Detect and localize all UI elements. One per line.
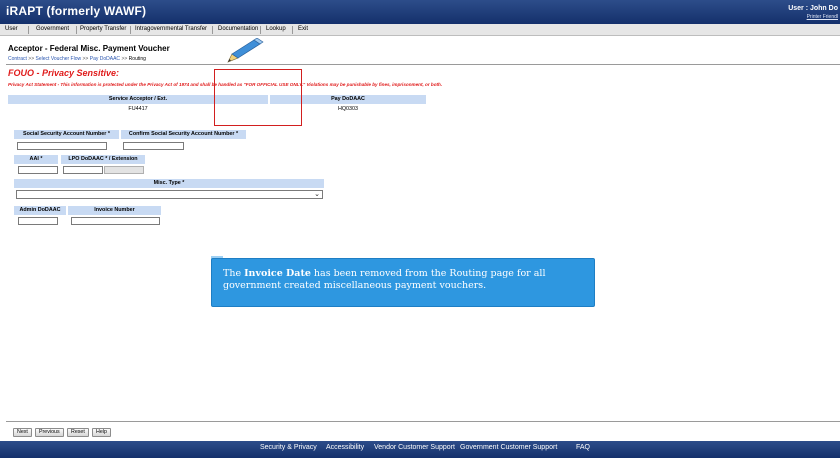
ssn-label: Social Security Account Number * (14, 130, 119, 139)
footer-link-faq[interactable]: FAQ (576, 444, 590, 451)
header-divider (6, 64, 840, 65)
page-title: Acceptor - Federal Misc. Payment Voucher (8, 44, 170, 53)
footer-divider (6, 421, 840, 422)
menu-divider (28, 26, 29, 34)
aai-field[interactable] (18, 166, 58, 174)
breadcrumb-current: Routing (128, 56, 146, 62)
confirm-ssn-label: Confirm Social Security Account Number * (121, 130, 246, 139)
footer-link-security-privacy[interactable]: Security & Privacy (260, 444, 317, 451)
main-menu: User Government Property Transfer Intrag… (0, 24, 840, 36)
breadcrumb: Contract >> Select Voucher Flow >> Pay D… (8, 56, 146, 62)
misc-type-select[interactable]: ⌄ (16, 190, 323, 199)
tutorial-callout: The Invoice Date has been removed from t… (211, 258, 595, 307)
printer-friendly-link[interactable]: Printer Friendl (807, 14, 838, 20)
help-button[interactable]: Help (92, 428, 111, 437)
menu-item-lookup[interactable]: Lookup (266, 26, 286, 32)
lpo-dodaac-label: LPO DoDAAC * / Extension (61, 155, 145, 164)
highlight-box (214, 69, 302, 126)
admin-dodaac-field[interactable] (18, 217, 58, 225)
confirm-ssn-field[interactable] (123, 142, 184, 150)
next-button[interactable]: Next (13, 428, 32, 437)
menu-divider (260, 26, 261, 34)
menu-item-property-transfer[interactable]: Property Transfer (80, 26, 126, 32)
breadcrumb-link-contract[interactable]: Contract (8, 56, 27, 62)
top-banner: iRAPT (formerly WAWF) User : John Do Pri… (0, 0, 840, 24)
breadcrumb-separator: >> (82, 56, 89, 62)
breadcrumb-link-pay-dodaac[interactable]: Pay DoDAAC (90, 56, 120, 62)
breadcrumb-link-select-voucher-flow[interactable]: Select Voucher Flow (36, 56, 82, 62)
footer-bar: Security & Privacy Accessibility Vendor … (0, 441, 840, 458)
footer-link-accessibility[interactable]: Accessibility (326, 444, 364, 451)
breadcrumb-separator: >> (121, 56, 128, 62)
callout-bold: Invoice Date (244, 268, 311, 279)
menu-divider (130, 26, 131, 34)
invoice-number-label: Invoice Number (68, 206, 161, 215)
menu-item-government[interactable]: Government (36, 26, 69, 32)
callout-prefix: The (223, 268, 245, 279)
chevron-down-icon: ⌄ (314, 191, 320, 198)
menu-divider (76, 26, 77, 34)
menu-item-documentation[interactable]: Documentation (218, 26, 258, 32)
lpo-dodaac-field[interactable] (63, 166, 103, 174)
footer-link-vendor-support[interactable]: Vendor Customer Support (374, 444, 455, 451)
menu-item-user[interactable]: User (5, 26, 18, 32)
reset-button[interactable]: Reset (67, 428, 89, 437)
menu-divider (212, 26, 213, 34)
app-title: iRAPT (formerly WAWF) (6, 4, 147, 18)
lpo-extension-field[interactable] (104, 166, 144, 174)
pencil-icon (227, 38, 264, 63)
previous-button[interactable]: Previous (35, 428, 64, 437)
menu-item-intragovernmental-transfer[interactable]: Intragovernmental Transfer (135, 26, 207, 32)
invoice-number-field[interactable] (71, 217, 160, 225)
footer-link-government-support[interactable]: Government Customer Support (460, 444, 557, 451)
misc-type-label: Misc. Type * (14, 179, 324, 188)
menu-divider (292, 26, 293, 34)
user-label: User : John Do (788, 5, 838, 12)
admin-dodaac-label: Admin DoDAAC (14, 206, 66, 215)
aai-label: AAI * (14, 155, 58, 164)
fouo-heading: FOUO - Privacy Sensitive: (8, 68, 120, 78)
ssn-field[interactable] (17, 142, 107, 150)
menu-item-exit[interactable]: Exit (298, 26, 308, 32)
breadcrumb-separator: >> (28, 56, 35, 62)
